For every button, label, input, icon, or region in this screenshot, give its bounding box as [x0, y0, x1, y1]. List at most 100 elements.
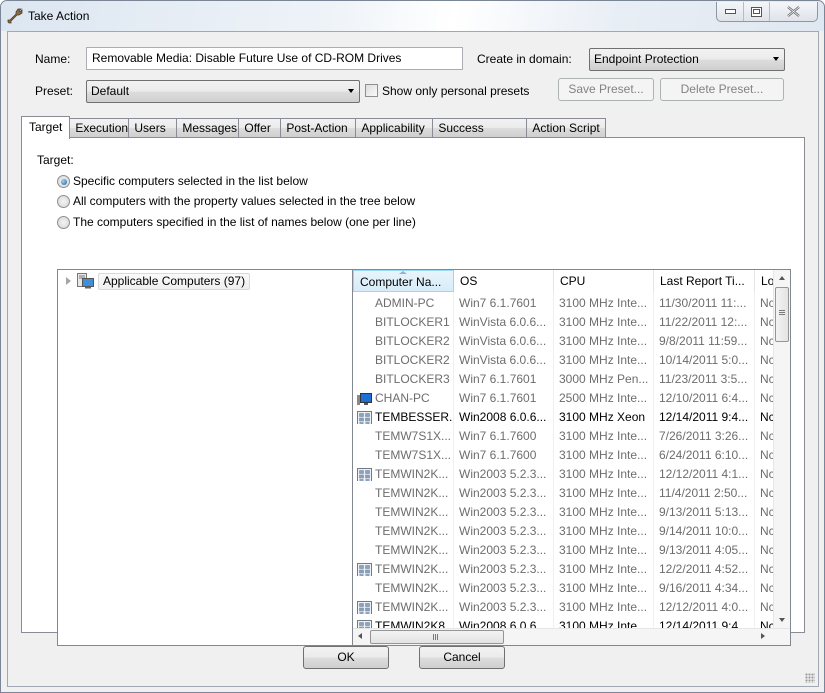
lo-cell: Nc: [760, 352, 775, 367]
radio-specific-computers-label[interactable]: Specific computers selected in the list …: [73, 174, 308, 188]
radio-computer-names[interactable]: [57, 216, 70, 229]
cpu-cell: 3100 MHz Inte...: [559, 352, 648, 367]
save-preset-button[interactable]: Save Preset...: [558, 78, 654, 101]
table-row[interactable]: BITLOCKER2 WinVista 6.0.6... 3100 MHz Inte…: [353, 331, 775, 350]
server-icon: [357, 410, 372, 424]
personal-presets-label[interactable]: Show only personal presets: [382, 84, 529, 98]
os-cell: Win7 6.1.7601: [459, 295, 537, 310]
name-input[interactable]: Removable Media: Disable Future Use of C…: [86, 47, 463, 70]
last-report-cell: 6/24/2011 6:10...: [659, 447, 749, 462]
lo-cell: Nc: [760, 333, 775, 348]
radio-specific-computers[interactable]: [57, 175, 70, 188]
cpu-cell: 3100 MHz Inte...: [559, 599, 648, 614]
column-header-computer-name[interactable]: Computer Na...: [353, 270, 454, 292]
minimize-button[interactable]: [717, 2, 744, 21]
table-row[interactable]: TEMWIN2K... Win2003 5.2.3... 3100 MHz Inte…: [353, 540, 775, 559]
os-cell: WinVista 6.0.6...: [459, 352, 547, 367]
radio-property-values-label[interactable]: All computers with the property values s…: [73, 194, 415, 208]
table-row[interactable]: BITLOCKER1 WinVista 6.0.6... 3100 MHz Inte…: [353, 312, 775, 331]
os-cell: Win2003 5.2.3...: [459, 485, 547, 500]
tab-action-script[interactable]: Action Script: [527, 118, 607, 138]
horizontal-scrollbar[interactable]: [353, 628, 790, 645]
last-report-cell: 12/12/2011 4:0...: [659, 599, 749, 614]
personal-presets-checkbox[interactable]: [365, 84, 378, 97]
table-row[interactable]: TEMWIN2K... Win2003 5.2.3... 3100 MHz Inte…: [353, 464, 775, 483]
lo-cell: Nc: [760, 314, 775, 329]
os-cell: Win2003 5.2.3...: [459, 466, 547, 481]
scroll-right-icon[interactable]: [761, 633, 765, 639]
last-report-cell: 9/8/2011 11:59...: [659, 333, 748, 348]
tab-users[interactable]: Users: [129, 118, 178, 138]
tab-offer[interactable]: Offer: [239, 118, 282, 138]
lo-cell: Nc: [760, 295, 775, 310]
tree-item-applicable-computers[interactable]: Applicable Computers (97): [66, 272, 251, 290]
scroll-left-icon[interactable]: [358, 633, 362, 639]
cancel-button[interactable]: Cancel: [419, 646, 505, 669]
list-header: Computer Na... OS CPU Last Report Ti... …: [353, 270, 775, 292]
vertical-scrollbar[interactable]: [773, 270, 790, 630]
tab-target[interactable]: Target: [21, 116, 71, 139]
preset-select[interactable]: Default: [86, 80, 360, 103]
maximize-button[interactable]: [744, 2, 770, 21]
table-row[interactable]: TEMWIN2K... Win2003 5.2.3... 3100 MHz Inte…: [353, 597, 775, 616]
scroll-down-icon[interactable]: [779, 618, 785, 622]
column-header-lo[interactable]: Lo: [755, 270, 775, 292]
delete-preset-button[interactable]: Delete Preset...: [660, 78, 784, 101]
title-bar[interactable]: Take Action: [1, 1, 824, 31]
close-button[interactable]: [770, 2, 817, 21]
tab-execution[interactable]: Execution: [70, 118, 130, 138]
computer-name-cell: BITLOCKER3: [375, 371, 450, 386]
table-row[interactable]: TEMWIN2K... Win2003 5.2.3... 3100 MHz Inte…: [353, 578, 775, 597]
lo-cell: Nc: [760, 599, 775, 614]
table-row[interactable]: ADMIN-PC Win7 6.1.7601 3100 MHz Inte... 11/…: [353, 293, 775, 312]
domain-select[interactable]: Endpoint Protection: [589, 48, 785, 71]
table-row[interactable]: TEMWIN2K... Win2003 5.2.3... 3100 MHz Inte…: [353, 502, 775, 521]
tab-success-criteria[interactable]: Success Criteria: [433, 118, 528, 153]
computer-tree[interactable]: Applicable Computers (97): [57, 269, 353, 646]
ok-button[interactable]: OK: [303, 646, 389, 669]
table-row[interactable]: TEMBESSER... Win2008 6.0.6... 3100 MHz Xeo…: [353, 407, 775, 426]
tab-applicability[interactable]: Applicability: [356, 118, 434, 138]
table-row[interactable]: TEMWIN2K... Win2003 5.2.3... 3100 MHz Inte…: [353, 521, 775, 540]
scroll-up-icon[interactable]: [779, 276, 785, 280]
table-row[interactable]: BITLOCKER2 WinVista 6.0.6... 3100 MHz Inte…: [353, 350, 775, 369]
tab-messages[interactable]: Messages: [177, 118, 240, 138]
last-report-cell: 11/22/2011 12:...: [659, 314, 748, 329]
server-icon: [357, 467, 372, 481]
lo-cell: Nc: [760, 485, 775, 500]
sort-ascending-icon: [399, 271, 407, 274]
radio-computer-names-label[interactable]: The computers specified in the list of n…: [73, 215, 416, 229]
table-row[interactable]: TEMWIN2K... Win2003 5.2.3... 3100 MHz Inte…: [353, 559, 775, 578]
server-icon: [357, 562, 372, 576]
last-report-cell: 9/13/2011 4:05...: [659, 542, 749, 557]
cpu-cell: 3100 MHz Inte...: [559, 580, 648, 595]
table-row[interactable]: TEMW7S1X... Win7 6.1.7600 3100 MHz Inte...…: [353, 445, 775, 464]
dialog-body: Name: Removable Media: Disable Future Us…: [7, 31, 819, 687]
table-row[interactable]: CHAN-PC Win7 6.1.7601 2500 MHz Inte... 12/1…: [353, 388, 775, 407]
os-cell: Win2003 5.2.3...: [459, 523, 547, 538]
resize-grip[interactable]: [805, 673, 815, 683]
column-header-cpu[interactable]: CPU: [554, 270, 654, 292]
os-cell: WinVista 6.0.6...: [459, 314, 547, 329]
lo-cell: Nc: [760, 390, 775, 405]
last-report-cell: 12/12/2011 4:1...: [659, 466, 749, 481]
os-cell: Win7 6.1.7601: [459, 390, 537, 405]
radio-property-values[interactable]: [57, 195, 70, 208]
table-row[interactable]: TEMW7S1X... Win7 6.1.7600 3100 MHz Inte...…: [353, 426, 775, 445]
server-icon: [357, 600, 372, 614]
computer-list: Computer Na... OS CPU Last Report Ti... …: [352, 269, 791, 646]
expand-icon[interactable]: [66, 277, 71, 285]
tree-item-label: Applicable Computers (97): [98, 272, 251, 290]
tab-post-action[interactable]: Post-Action: [281, 118, 357, 138]
os-cell: Win2003 5.2.3...: [459, 580, 547, 595]
column-header-last-report-time[interactable]: Last Report Ti...: [654, 270, 755, 292]
last-report-cell: 12/10/2011 6:4...: [659, 390, 749, 405]
computer-name-cell: TEMWIN2K...: [375, 504, 449, 519]
take-action-dialog: Take Action Name: Removable Media: Disab…: [0, 0, 825, 693]
vertical-scroll-thumb[interactable]: [775, 287, 789, 342]
table-row[interactable]: TEMWIN2K... Win2003 5.2.3... 3100 MHz Inte…: [353, 483, 775, 502]
table-row[interactable]: BITLOCKER3 Win7 6.1.7601 3000 MHz Pen... 11…: [353, 369, 775, 388]
horizontal-scroll-thumb[interactable]: [370, 630, 504, 644]
cpu-cell: 3100 MHz Inte...: [559, 314, 648, 329]
column-header-os[interactable]: OS: [454, 270, 554, 292]
